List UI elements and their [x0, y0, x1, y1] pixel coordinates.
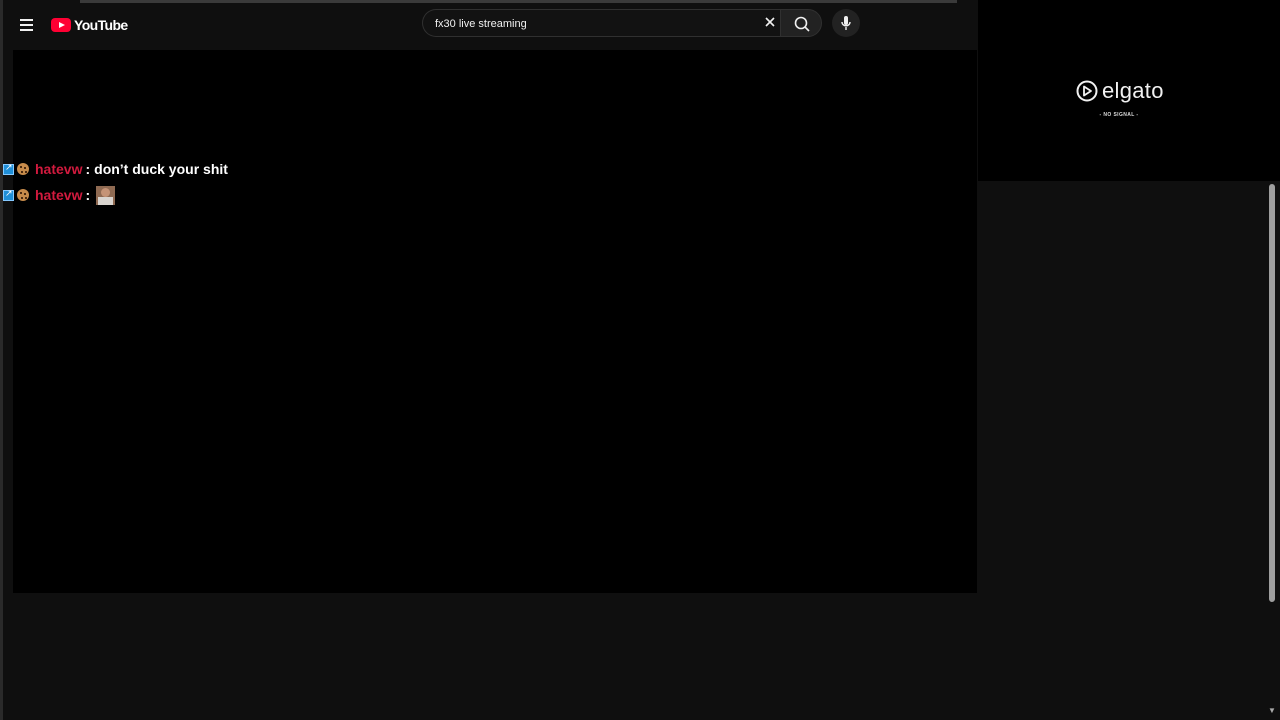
- youtube-logo-text: YouTube: [74, 17, 128, 33]
- chat-separator: :: [85, 161, 91, 177]
- close-icon-svg: [765, 17, 775, 27]
- search-box[interactable]: [422, 9, 780, 37]
- elgato-icon: [1076, 80, 1098, 102]
- scroll-down-arrow-icon[interactable]: ▼: [1268, 706, 1276, 715]
- chat-message: hatevw :: [3, 185, 116, 205]
- search-input[interactable]: [433, 14, 737, 34]
- mic-icon: [841, 16, 851, 30]
- menu-icon[interactable]: [15, 13, 39, 37]
- emote-image: [96, 185, 116, 205]
- cookie-badge-icon: [17, 189, 29, 201]
- no-signal-label: - NO SIGNAL -: [1099, 112, 1139, 118]
- search-icon: [794, 16, 810, 32]
- youtube-play-icon: [51, 18, 71, 32]
- chat-separator: :: [85, 187, 91, 203]
- chat-message: hatevw : don’t duck your shit: [3, 160, 228, 178]
- youtube-logo[interactable]: YouTube: [51, 16, 128, 34]
- voice-search-button[interactable]: [832, 9, 860, 37]
- subscriber-badge-icon: [3, 162, 14, 175]
- cookie-badge-icon: [17, 163, 29, 175]
- close-icon[interactable]: [762, 14, 778, 30]
- chat-text: don’t duck your shit: [94, 161, 228, 177]
- chat-username[interactable]: hatevw: [35, 187, 82, 203]
- window-left-edge: [0, 0, 3, 720]
- elgato-wordmark: elgato: [1102, 78, 1164, 103]
- search-button[interactable]: [780, 9, 822, 37]
- video-player[interactable]: [13, 50, 977, 593]
- chat-username[interactable]: hatevw: [35, 161, 82, 177]
- elgato-logo: elgato: [1075, 78, 1164, 104]
- subscriber-badge-icon: [3, 188, 14, 201]
- scrollbar-thumb[interactable]: [1269, 184, 1275, 602]
